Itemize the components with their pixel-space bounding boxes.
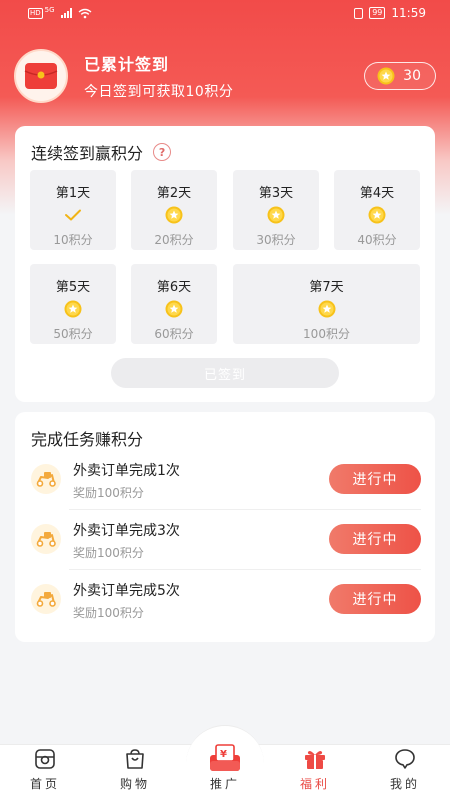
nav-label: 推广 <box>209 777 240 791</box>
checkin-day-4[interactable]: 第4天 40积分 <box>334 170 420 250</box>
task-name: 外卖订单完成3次 <box>73 523 180 539</box>
task-in-progress-button[interactable]: 进行中 <box>329 584 421 614</box>
coin-icon <box>267 206 285 224</box>
points-balance[interactable]: 30 <box>364 62 436 90</box>
red-envelope-avatar <box>14 49 68 103</box>
scooter-icon <box>31 464 61 494</box>
checkin-day-2[interactable]: 第2天 20积分 <box>131 170 217 250</box>
svg-text:¥: ¥ <box>220 749 230 760</box>
checkin-day-6[interactable]: 第6天 60积分 <box>131 264 217 344</box>
checkmark-icon <box>65 209 81 221</box>
day-label: 第7天 <box>309 280 344 295</box>
task-in-progress-button[interactable]: 进行中 <box>329 524 421 554</box>
checkin-title-text: 连续签到赢积分 <box>31 144 144 163</box>
task-row: 外卖订单完成5次 奖励100积分 进行中 <box>15 570 435 630</box>
day-points: 50积分 <box>53 327 93 341</box>
network-type: 5G <box>44 6 55 14</box>
day-points: 30积分 <box>256 233 296 247</box>
vibrate-icon <box>354 7 364 19</box>
signal-icon <box>60 8 72 18</box>
nav-label: 购物 <box>119 777 150 791</box>
day-label: 第3天 <box>258 186 294 201</box>
day-points: 40积分 <box>357 233 397 247</box>
task-reward: 奖励100积分 <box>73 546 144 560</box>
checkin-day-3[interactable]: 第3天 30积分 <box>233 170 319 250</box>
nav-promotion[interactable]: ¥ 推广 <box>180 725 270 800</box>
clock: 11:59 <box>391 6 426 20</box>
bottom-nav: 首页 购物 ¥ 推广 福利 我的 <box>0 725 450 800</box>
scooter-icon <box>31 524 61 554</box>
nav-label: 我的 <box>389 777 420 791</box>
shopping-bag-icon <box>124 747 146 771</box>
tasks-card: 完成任务赚积分 外卖订单完成1次 奖励100积分 进行中 外卖订单完成3次 奖励… <box>15 412 435 642</box>
task-in-progress-button[interactable]: 进行中 <box>329 464 421 494</box>
hd-badge: HD <box>28 7 43 19</box>
checkin-day-1[interactable]: 第1天 10积分 <box>30 170 116 250</box>
day-points: 10积分 <box>53 233 93 247</box>
nav-shopping[interactable]: 购物 <box>90 745 180 800</box>
checkin-title: 连续签到赢积分 ? <box>31 140 172 164</box>
checkin-day-5[interactable]: 第5天 50积分 <box>30 264 116 344</box>
checkin-day-7[interactable]: 第7天 100积分 <box>233 264 420 344</box>
coin-icon <box>165 300 183 318</box>
home-icon <box>34 747 56 771</box>
points-balance-value: 30 <box>403 68 421 84</box>
battery-icon: 99 <box>369 7 386 19</box>
signed-button[interactable]: 已签到 <box>111 358 339 388</box>
status-bar: HD 5G 99 11:59 <box>0 0 450 26</box>
gift-icon <box>303 747 327 771</box>
day-label: 第5天 <box>55 280 91 295</box>
task-name: 外卖订单完成5次 <box>73 583 180 599</box>
nav-home[interactable]: 首页 <box>0 745 90 800</box>
day-points: 60积分 <box>154 327 194 341</box>
help-icon[interactable]: ? <box>153 143 172 161</box>
task-reward: 奖励100积分 <box>73 606 144 620</box>
nav-welfare[interactable]: 福利 <box>270 745 360 800</box>
nav-label: 首页 <box>29 777 60 791</box>
checkin-card: 连续签到赢积分 ? 第1天 10积分 第2天 20积分 第3天 30积分 第4天… <box>15 126 435 402</box>
checkin-total-title: 已累计签到 <box>84 55 170 74</box>
day-points: 20积分 <box>154 233 194 247</box>
profile-chat-icon <box>394 747 416 771</box>
red-envelope-icon <box>24 63 58 89</box>
checkin-today-subtitle: 今日签到可获取10积分 <box>84 84 234 100</box>
coin-icon <box>377 67 395 85</box>
scooter-icon <box>31 584 61 614</box>
promo-yen-icon: ¥ <box>208 743 242 773</box>
day-label: 第6天 <box>156 280 192 295</box>
day-label: 第4天 <box>359 186 395 201</box>
task-reward: 奖励100积分 <box>73 486 144 500</box>
coin-icon <box>368 206 386 224</box>
nav-label: 福利 <box>299 777 330 791</box>
task-name: 外卖订单完成1次 <box>73 463 180 479</box>
coin-icon <box>318 300 335 318</box>
coin-icon <box>165 206 183 224</box>
coin-icon <box>64 300 82 318</box>
points-header: 已累计签到 今日签到可获取10积分 30 <box>14 48 436 104</box>
task-row: 外卖订单完成1次 奖励100积分 进行中 <box>15 450 435 510</box>
wifi-icon <box>78 8 91 18</box>
task-row: 外卖订单完成3次 奖励100积分 进行中 <box>15 510 435 570</box>
nav-mine[interactable]: 我的 <box>360 745 450 800</box>
day-label: 第1天 <box>55 186 91 201</box>
tasks-title: 完成任务赚积分 <box>31 430 144 449</box>
day-points: 100积分 <box>303 327 350 341</box>
day-label: 第2天 <box>156 186 192 201</box>
